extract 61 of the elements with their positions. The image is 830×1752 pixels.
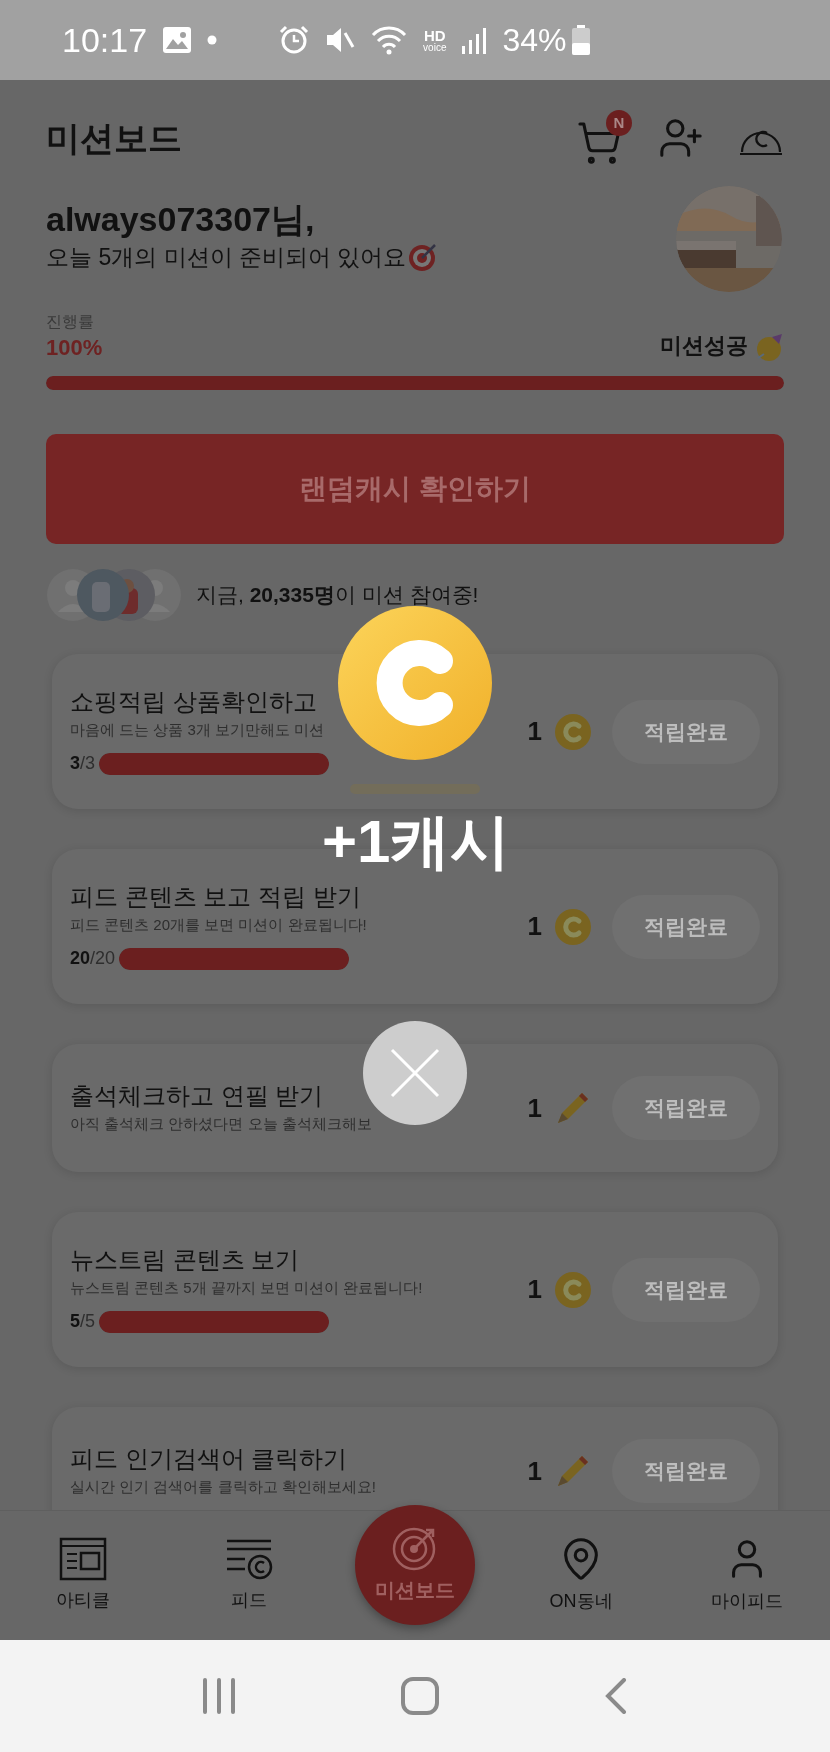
mission-description: 실시간 인기 검색어를 클릭하고 확인해보세요! bbox=[70, 1477, 376, 1497]
greeting-name: always073307님, bbox=[46, 199, 316, 240]
mission-title: 쇼핑적립 상품확인하고 bbox=[70, 687, 317, 717]
mission-status: 미션성공 bbox=[660, 332, 748, 360]
status-time: 10:17 bbox=[62, 19, 148, 61]
mission-description: 뉴스트림 콘텐츠 5개 끝까지 보면 미션이 완료됩니다! bbox=[70, 1278, 423, 1298]
reward-amount-text: +1캐시 bbox=[322, 812, 511, 872]
reward-amount: 1 bbox=[527, 1091, 542, 1125]
home-icon[interactable] bbox=[401, 1677, 439, 1715]
earn-complete-button[interactable]: 적립완료 bbox=[612, 1439, 760, 1503]
participants-text: 지금, 20,335명이 미션 참여중! bbox=[196, 582, 479, 609]
image-icon bbox=[163, 27, 192, 53]
nav-tab[interactable]: 피드 bbox=[166, 1511, 332, 1640]
nav-tab[interactable]: ON동네 bbox=[498, 1511, 664, 1640]
nav-tab[interactable]: 마이피드 bbox=[664, 1511, 830, 1640]
battery-icon bbox=[570, 25, 591, 55]
random-cash-button[interactable]: 랜덤캐시 확인하기 bbox=[46, 434, 784, 544]
new-badge: N bbox=[606, 110, 632, 136]
notification-dot-icon bbox=[207, 35, 218, 45]
mission-progress-count: 5/5 bbox=[70, 1310, 96, 1333]
newspaper-icon bbox=[59, 1537, 107, 1581]
mission-title: 피드 콘텐츠 보고 적립 받기 bbox=[70, 882, 361, 912]
cart-icon[interactable] bbox=[576, 120, 622, 166]
reward-amount: 1 bbox=[527, 715, 542, 748]
party-emoji-icon bbox=[754, 332, 784, 362]
page-title: 미션보드 bbox=[46, 117, 183, 159]
target-icon bbox=[408, 242, 439, 273]
coin-icon bbox=[554, 907, 592, 946]
mission-progress-count: 20/20 bbox=[70, 947, 116, 970]
alarm-icon bbox=[279, 25, 310, 55]
recent-apps-icon[interactable] bbox=[202, 1678, 237, 1714]
mission-description: 마음에 드는 상품 3개 보기만해도 미션 bbox=[70, 720, 325, 740]
earn-complete-button[interactable]: 적립완료 bbox=[612, 1076, 760, 1140]
reward-amount: 1 bbox=[527, 1454, 542, 1488]
wifi-icon bbox=[371, 25, 408, 55]
mission-description: 아직 출석체크 안하셨다면 오늘 출석체크해보 bbox=[70, 1114, 372, 1134]
voice-label: voice bbox=[423, 42, 447, 53]
mission-progress-count: 3/3 bbox=[70, 752, 96, 775]
mission-title: 뉴스트림 콘텐츠 보기 bbox=[70, 1245, 300, 1275]
back-icon[interactable] bbox=[603, 1678, 628, 1714]
mute-icon bbox=[325, 25, 356, 55]
nav-tab[interactable]: 아티클 bbox=[0, 1511, 166, 1640]
hd-label: HD bbox=[423, 27, 446, 43]
coin-icon bbox=[554, 1270, 592, 1309]
feed-icon bbox=[225, 1537, 273, 1581]
mission-description: 피드 콘텐츠 20개를 보면 미션이 완료됩니다! bbox=[70, 915, 367, 935]
earn-complete-button[interactable]: 적립완료 bbox=[612, 1257, 760, 1322]
progress-value: 100% bbox=[46, 334, 104, 362]
earn-complete-button[interactable]: 적립완료 bbox=[612, 699, 760, 764]
target-icon bbox=[392, 1525, 438, 1571]
greeting-message: 오늘 5개의 미션이 준비되어 있어요 bbox=[46, 243, 407, 272]
mission-title: 출석체크하고 연필 받기 bbox=[70, 1081, 324, 1111]
reward-amount: 1 bbox=[527, 1273, 542, 1306]
signal-icon bbox=[462, 26, 487, 54]
reward-amount: 1 bbox=[527, 910, 542, 943]
battery-percent: 34% bbox=[502, 21, 567, 60]
mission-title: 피드 인기검색어 클릭하기 bbox=[70, 1444, 348, 1474]
close-icon bbox=[390, 1048, 440, 1098]
coin-icon bbox=[554, 712, 592, 751]
nav-tab[interactable]: 미션보드 bbox=[355, 1505, 475, 1625]
earn-complete-button[interactable]: 적립완료 bbox=[612, 894, 760, 959]
